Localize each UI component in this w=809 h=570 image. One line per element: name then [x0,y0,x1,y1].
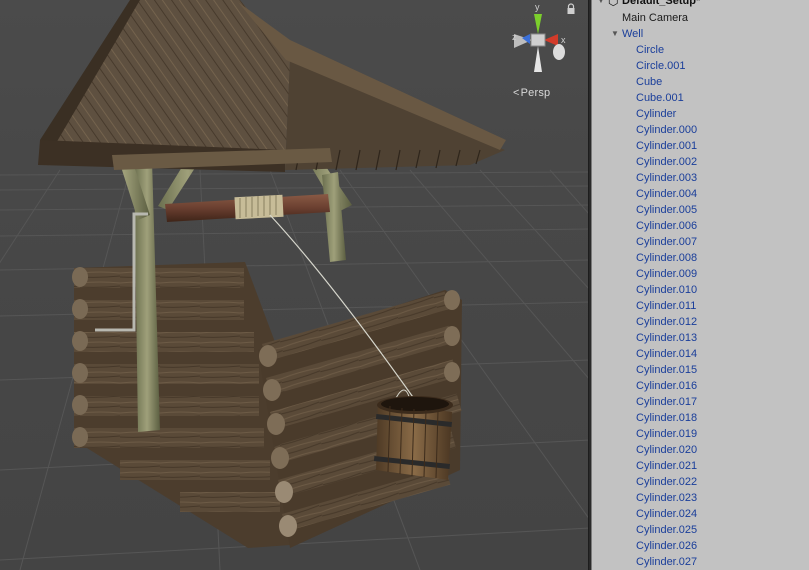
hierarchy-item-label: Cylinder.027 [636,556,698,568]
hierarchy-item-label: Cylinder.013 [636,332,698,344]
hierarchy-item-label: Cylinder.007 [636,236,698,248]
hierarchy-item[interactable]: Cylinder.013 [592,330,809,346]
hierarchy-item-label: Circle [636,44,665,56]
fold-arrow-icon[interactable]: ▼ [596,0,606,9]
persp-arrow-icon: < [513,87,520,99]
gizmo-z-label: z [512,32,517,42]
hierarchy-item-label: Cylinder.026 [636,540,698,552]
hierarchy-item-label: Main Camera [622,12,689,24]
hierarchy-item[interactable]: Cylinder.011 [592,298,809,314]
hierarchy-item[interactable]: Cylinder.019 [592,426,809,442]
hierarchy-item-label: Cylinder.014 [636,348,698,360]
hierarchy-item-label: Cylinder.016 [636,380,698,392]
hierarchy-item[interactable]: Circle.001 [592,58,809,74]
hierarchy-item-label: Cylinder.024 [636,508,698,520]
scene-name: Default_Setup* [622,0,701,7]
hierarchy-panel[interactable]: ▼ ⬡ Default_Setup* Main Camera ▼ Well Circl… [592,0,809,570]
hierarchy-item[interactable]: Cylinder.007 [592,234,809,250]
hierarchy-item[interactable]: Main Camera [592,10,809,26]
projection-label: Persp [520,87,551,99]
hierarchy-item[interactable]: Cube [592,74,809,90]
hierarchy-item[interactable]: Cylinder.016 [592,378,809,394]
hierarchy-item[interactable]: Cylinder.018 [592,410,809,426]
hierarchy-item-label: Cube [636,76,663,88]
gizmo-y-label: y [535,2,540,12]
hierarchy-item-label: Cylinder.012 [636,316,698,328]
hierarchy-item[interactable]: Cylinder.015 [592,362,809,378]
hierarchy-item-label: Well [622,28,644,40]
hierarchy-item[interactable]: Cylinder.006 [592,218,809,234]
gizmo-neg-y-axis[interactable] [534,46,542,72]
hierarchy-item-label: Cylinder.010 [636,284,698,296]
hierarchy-item-label: Cylinder.009 [636,268,698,280]
gizmo-neg-x[interactable] [553,44,565,60]
hierarchy-item[interactable]: Cylinder.017 [592,394,809,410]
gizmo-x-label: x [561,35,566,45]
hierarchy-item-label: Cylinder.011 [636,300,697,312]
hierarchy-item[interactable]: Cylinder.020 [592,442,809,458]
hierarchy-item-label: Cylinder.001 [636,140,698,152]
hierarchy-item-label: Cylinder.019 [636,428,698,440]
hierarchy-item[interactable]: Cylinder.025 [592,522,809,538]
hierarchy-item-label: Cylinder.003 [636,172,698,184]
hierarchy-item[interactable]: Cylinder.022 [592,474,809,490]
hierarchy-item-label: Cylinder.022 [636,476,698,488]
hierarchy-scene-row[interactable]: ▼ ⬡ Default_Setup* [592,0,809,9]
hierarchy-item-label: Circle.001 [636,60,686,72]
hierarchy-item-label: Cylinder.015 [636,364,698,376]
hierarchy-item-label: Cylinder.005 [636,204,698,216]
hierarchy-item[interactable]: Cylinder.023 [592,490,809,506]
hierarchy-item-label: Cylinder.008 [636,252,698,264]
bucket [373,396,453,480]
hierarchy-item-label: Cylinder.000 [636,124,698,136]
hierarchy-item[interactable]: Cylinder.014 [592,346,809,362]
hierarchy-item[interactable]: Cylinder [592,106,809,122]
hierarchy-item[interactable]: Cube.001 [592,90,809,106]
hierarchy-item-label: Cylinder.017 [636,396,698,408]
hierarchy-item[interactable]: ▼ Well [592,26,809,42]
hierarchy-item[interactable]: Cylinder.027 [592,554,809,570]
hierarchy-item[interactable]: Cylinder.000 [592,122,809,138]
hierarchy-item-label: Cube.001 [636,92,684,104]
hierarchy-item[interactable]: Cylinder.002 [592,154,809,170]
hierarchy-item[interactable]: Cylinder.021 [592,458,809,474]
hierarchy-item-label: Cylinder.004 [636,188,698,200]
hierarchy-item[interactable]: Cylinder.001 [592,138,809,154]
hierarchy-item-label: Cylinder.023 [636,492,698,504]
hierarchy-item-label: Cylinder.002 [636,156,698,168]
hierarchy-item[interactable]: Cylinder.026 [592,538,809,554]
hierarchy-item[interactable]: Cylinder.024 [592,506,809,522]
gizmo-center-cube[interactable] [530,33,546,47]
fold-arrow-icon[interactable]: ▼ [610,26,620,42]
lock-icon[interactable] [566,3,576,15]
hierarchy-item[interactable]: Cylinder.004 [592,186,809,202]
hierarchy-item-label: Cylinder.021 [636,460,698,472]
hierarchy-item[interactable]: Cylinder.003 [592,170,809,186]
hierarchy-item-label: Cylinder.006 [636,220,698,232]
hierarchy-item-label: Cylinder.020 [636,444,698,456]
hierarchy-item[interactable]: Circle [592,42,809,58]
hierarchy-item[interactable]: Cylinder.008 [592,250,809,266]
hierarchy-item[interactable]: Cylinder.010 [592,282,809,298]
projection-toggle[interactable]: <Persp [513,87,550,99]
hierarchy-item[interactable]: Cylinder.012 [592,314,809,330]
hierarchy-item-label: Cylinder.025 [636,524,698,536]
hierarchy-item-label: Cylinder [636,108,677,120]
hierarchy-item-label: Cylinder.018 [636,412,698,424]
unity-scene-icon: ⬡ [608,0,619,8]
gizmo-x-axis[interactable] [544,34,558,46]
scene-canvas[interactable] [0,0,590,570]
hierarchy-item[interactable]: Cylinder.009 [592,266,809,282]
hierarchy-item[interactable]: Cylinder.005 [592,202,809,218]
gizmo-y-axis[interactable] [534,14,542,34]
scene-view[interactable]: y z x <Persp [0,0,590,570]
